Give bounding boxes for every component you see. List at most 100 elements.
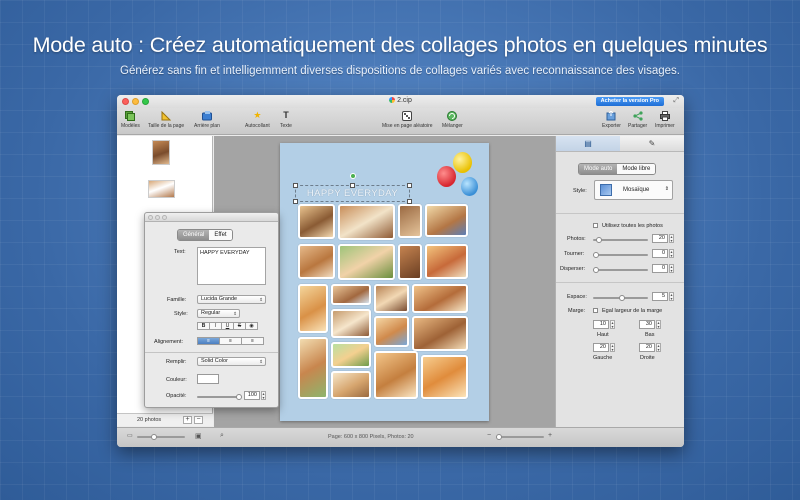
spacing-value-field[interactable]: 5 (652, 292, 668, 301)
margin-top-stepper[interactable]: ▴ ▾ (610, 320, 615, 329)
collage-photo[interactable] (421, 355, 468, 399)
rotate-slider-knob[interactable] (593, 252, 599, 258)
style-dropdown[interactable]: Mosaïque ⇕ (594, 180, 673, 200)
remove-photo-button[interactable]: − (194, 416, 203, 424)
scatter-slider-knob[interactable] (593, 267, 599, 273)
scatter-value-field[interactable]: 0 (652, 264, 668, 273)
panel-title-bar[interactable] (145, 213, 278, 222)
text-input[interactable]: HAPPY EVERYDAY (197, 247, 266, 285)
mode-auto-button[interactable]: Mode auto (579, 164, 618, 174)
tab-effect[interactable]: Effet (209, 230, 232, 240)
shadow-icon[interactable]: ◉ (245, 322, 258, 330)
color-well[interactable] (197, 374, 219, 384)
toolbar-export-button[interactable]: Exporter (602, 110, 621, 129)
opacity-stepper[interactable]: ▴ ▾ (261, 391, 266, 400)
resize-handle[interactable] (293, 183, 298, 188)
rotate-stepper[interactable]: ▴ ▾ (669, 249, 674, 258)
resize-handle[interactable] (350, 183, 355, 188)
rotate-value-field[interactable]: 0 (652, 249, 668, 258)
margin-right-field[interactable]: 20 (639, 343, 655, 352)
zoom-slider[interactable] (496, 436, 544, 438)
collage-photo[interactable] (374, 351, 418, 399)
balloon-sticker-blue[interactable] (461, 177, 478, 196)
toolbar-page-size-button[interactable]: Taille de la page (148, 110, 184, 129)
collage-photo[interactable] (374, 284, 409, 313)
mode-libre-button[interactable]: Mode libre (617, 164, 656, 174)
font-style-select[interactable]: Regular ⇕ (197, 309, 240, 318)
panel-minimize-button[interactable] (155, 215, 160, 220)
collage-photo[interactable] (298, 204, 335, 239)
add-photo-button[interactable]: + (183, 416, 192, 424)
panel-close-button[interactable] (148, 215, 153, 220)
opacity-value-field[interactable]: 100 (244, 391, 260, 400)
equal-margin-checkbox[interactable] (593, 308, 598, 313)
balloon-sticker-red[interactable] (437, 166, 456, 187)
align-left-icon[interactable]: ≡ (197, 337, 220, 345)
layout-tab[interactable]: ▤ (556, 136, 620, 151)
toolbar-background-button[interactable]: Arrière plan (194, 110, 220, 129)
margin-bottom-field[interactable]: 30 (639, 320, 655, 329)
thumbnail-size-knob[interactable] (151, 434, 157, 440)
collage-photo[interactable] (298, 244, 335, 279)
zoom-slider-knob[interactable] (496, 434, 502, 440)
panel-zoom-button[interactable] (162, 215, 167, 220)
rotate-handle[interactable] (350, 173, 356, 179)
fill-type-select[interactable]: Solid Color ⇕ (197, 357, 266, 366)
toolbar-random-layout-button[interactable]: Mise en page aléatoire (382, 110, 433, 129)
zoom-in-icon[interactable]: + (548, 432, 552, 439)
margin-left-field[interactable]: 20 (593, 343, 609, 352)
tab-general[interactable]: Général (178, 230, 210, 240)
collage-photo[interactable] (331, 284, 371, 305)
rotate-slider[interactable] (593, 254, 648, 256)
photos-slider-knob[interactable] (596, 237, 602, 243)
use-all-photos-checkbox[interactable] (593, 223, 598, 228)
collage-photo[interactable] (425, 244, 468, 279)
opacity-slider[interactable] (197, 396, 241, 398)
collage-photo[interactable] (298, 337, 328, 399)
toolbar-sticker-button[interactable]: ★ Autocollant (245, 110, 270, 129)
zoom-icon[interactable]: ⌕ (220, 432, 224, 440)
spacing-stepper[interactable]: ▴ ▾ (669, 292, 674, 301)
toolbar-templates-button[interactable]: Modèles (121, 110, 140, 129)
collage-page[interactable]: HAPPY EVERYDAY (280, 143, 489, 421)
resize-handle[interactable] (293, 199, 298, 204)
scatter-slider[interactable] (593, 269, 648, 271)
align-center-icon[interactable]: ≡ (219, 337, 242, 345)
toolbar-share-button[interactable]: Partager (628, 110, 647, 129)
collage-photo[interactable] (331, 371, 371, 399)
effects-tab[interactable]: ✎ (620, 136, 684, 151)
toolbar-print-button[interactable]: Imprimer (655, 110, 675, 129)
photos-value-field[interactable]: 20 (652, 234, 668, 243)
spacing-slider-knob[interactable] (619, 295, 625, 301)
font-family-select[interactable]: Lucida Grande ⇕ (197, 295, 266, 304)
collage-photo[interactable] (398, 244, 422, 280)
collage-photo[interactable] (298, 284, 328, 333)
collage-photo[interactable] (425, 204, 468, 237)
align-right-icon[interactable]: ≡ (241, 337, 264, 345)
margin-bottom-stepper[interactable]: ▴ ▾ (656, 320, 661, 329)
collage-photo[interactable] (338, 204, 395, 240)
resize-handle[interactable] (407, 183, 412, 188)
zoom-out-icon[interactable]: − (487, 432, 491, 439)
collage-photo[interactable] (338, 244, 395, 280)
collage-photo[interactable] (398, 204, 422, 238)
thumbnail-size-slider[interactable] (137, 436, 185, 438)
opacity-slider-knob[interactable] (236, 394, 242, 400)
collage-photo[interactable] (374, 316, 409, 347)
collage-photo[interactable] (331, 342, 371, 368)
photo-thumbnail[interactable] (152, 140, 170, 165)
balloon-sticker-yellow[interactable] (453, 152, 472, 173)
photo-thumbnail[interactable] (148, 180, 175, 198)
scatter-stepper[interactable]: ▴ ▾ (669, 264, 674, 273)
collage-photo[interactable] (412, 284, 468, 313)
margin-left-stepper[interactable]: ▴ ▾ (610, 343, 615, 352)
margin-top-field[interactable]: 10 (593, 320, 609, 329)
buy-pro-button[interactable]: Acheter la version Pro (595, 97, 664, 106)
collage-photo[interactable] (331, 309, 371, 338)
collage-photo[interactable] (412, 316, 468, 351)
margin-right-stepper[interactable]: ▴ ▾ (656, 343, 661, 352)
fullscreen-icon[interactable]: ⤢ (673, 97, 679, 105)
toolbar-shuffle-button[interactable]: Mélanger (442, 110, 463, 129)
photos-stepper[interactable]: ▴ ▾ (669, 234, 674, 243)
toolbar-text-button[interactable]: T Texte (280, 110, 292, 129)
